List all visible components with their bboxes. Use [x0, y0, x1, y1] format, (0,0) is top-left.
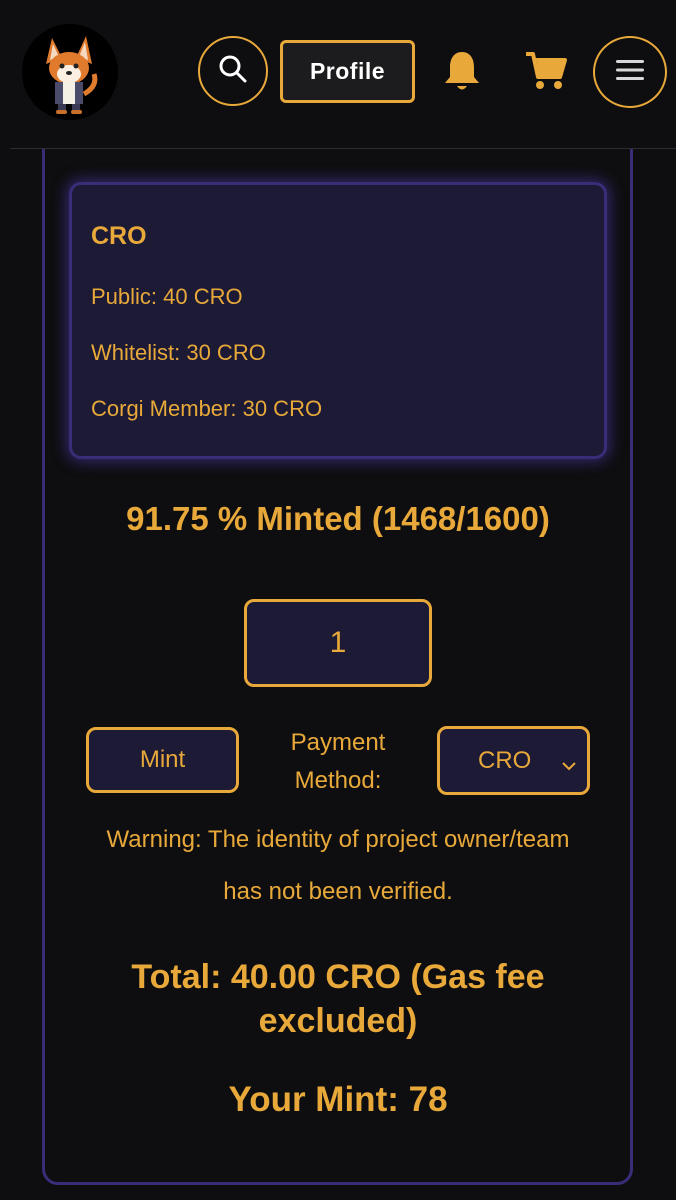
cart-icon	[524, 50, 568, 97]
total-cost: Total: 40.00 CRO (Gas fee excluded)	[80, 955, 596, 1043]
hamburger-menu-icon	[616, 58, 644, 87]
bell-icon	[442, 49, 482, 98]
price-public: Public: 40 CRO	[91, 284, 243, 309]
total-line1: Total: 40.00 CRO (Gas fee	[131, 958, 545, 996]
minted-progress-text: 91.75 % Minted (1468/1600)	[126, 500, 550, 537]
verification-warning: Warning: The identity of project owner/t…	[60, 814, 616, 918]
cart-button[interactable]	[522, 50, 570, 96]
your-mint-count: Your Mint: 78	[228, 1080, 448, 1119]
chevron-down-icon	[561, 751, 577, 779]
warning-line1: Warning: The identity of project owner/t…	[106, 826, 570, 853]
menu-button[interactable]	[593, 36, 667, 108]
price-currency-title: CRO	[91, 222, 147, 250]
price-corgi-member: Corgi Member: 30 CRO	[91, 396, 323, 421]
payment-method-label-line1: Payment	[290, 729, 386, 756]
payment-method-select[interactable]: CRO	[437, 726, 590, 795]
corgi-logo-icon[interactable]	[22, 24, 118, 120]
search-button[interactable]	[198, 36, 268, 106]
warning-line2: has not been verified.	[223, 878, 453, 905]
mint-button[interactable]: Mint	[86, 727, 239, 793]
price-whitelist: Whitelist: 30 CRO	[91, 340, 266, 365]
quantity-input[interactable]	[244, 599, 432, 687]
header-divider	[10, 148, 676, 149]
payment-method-label: Payment Method:	[268, 724, 408, 800]
profile-button[interactable]: Profile	[280, 40, 415, 103]
payment-method-selected: CRO	[478, 746, 532, 774]
search-icon	[218, 54, 248, 89]
total-line2: excluded)	[258, 1002, 418, 1040]
payment-method-label-line2: Method:	[294, 767, 382, 794]
notifications-button[interactable]	[440, 50, 484, 96]
